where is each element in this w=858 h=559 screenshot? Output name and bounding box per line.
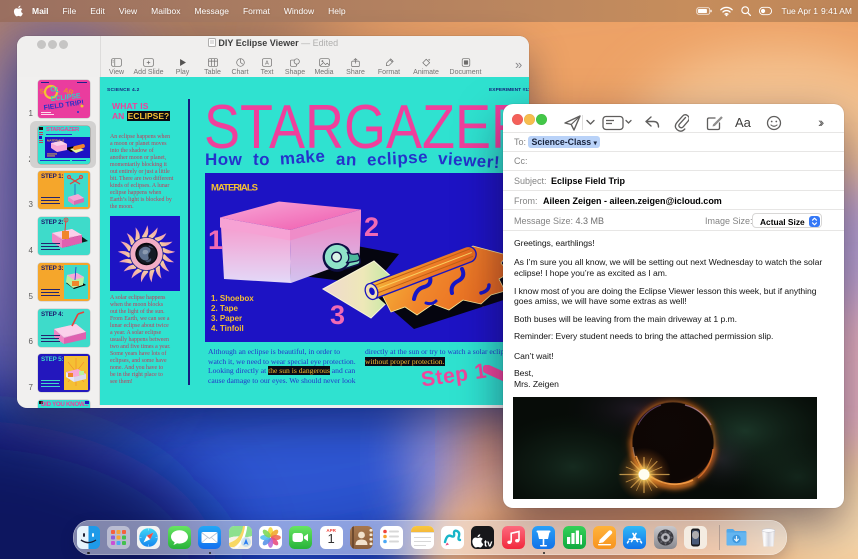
svg-text:2. Tape: 2. Tape bbox=[211, 304, 239, 313]
svg-text:3. Paper: 3. Paper bbox=[211, 314, 242, 323]
svg-text:MATERIALS: MATERIALS bbox=[211, 183, 258, 194]
svg-text:FIELD TRIP!: FIELD TRIP! bbox=[43, 99, 84, 112]
svg-text:OL: OL bbox=[50, 86, 61, 94]
svg-text:2: 2 bbox=[364, 212, 379, 242]
svg-text:4. Tinfoil: 4. Tinfoil bbox=[211, 324, 244, 333]
svg-text:A: A bbox=[265, 60, 269, 66]
svg-text:1: 1 bbox=[208, 225, 223, 255]
svg-text:3: 3 bbox=[330, 300, 345, 330]
svg-text:tv: tv bbox=[484, 539, 493, 550]
svg-text:1. Shoebox: 1. Shoebox bbox=[211, 294, 254, 303]
